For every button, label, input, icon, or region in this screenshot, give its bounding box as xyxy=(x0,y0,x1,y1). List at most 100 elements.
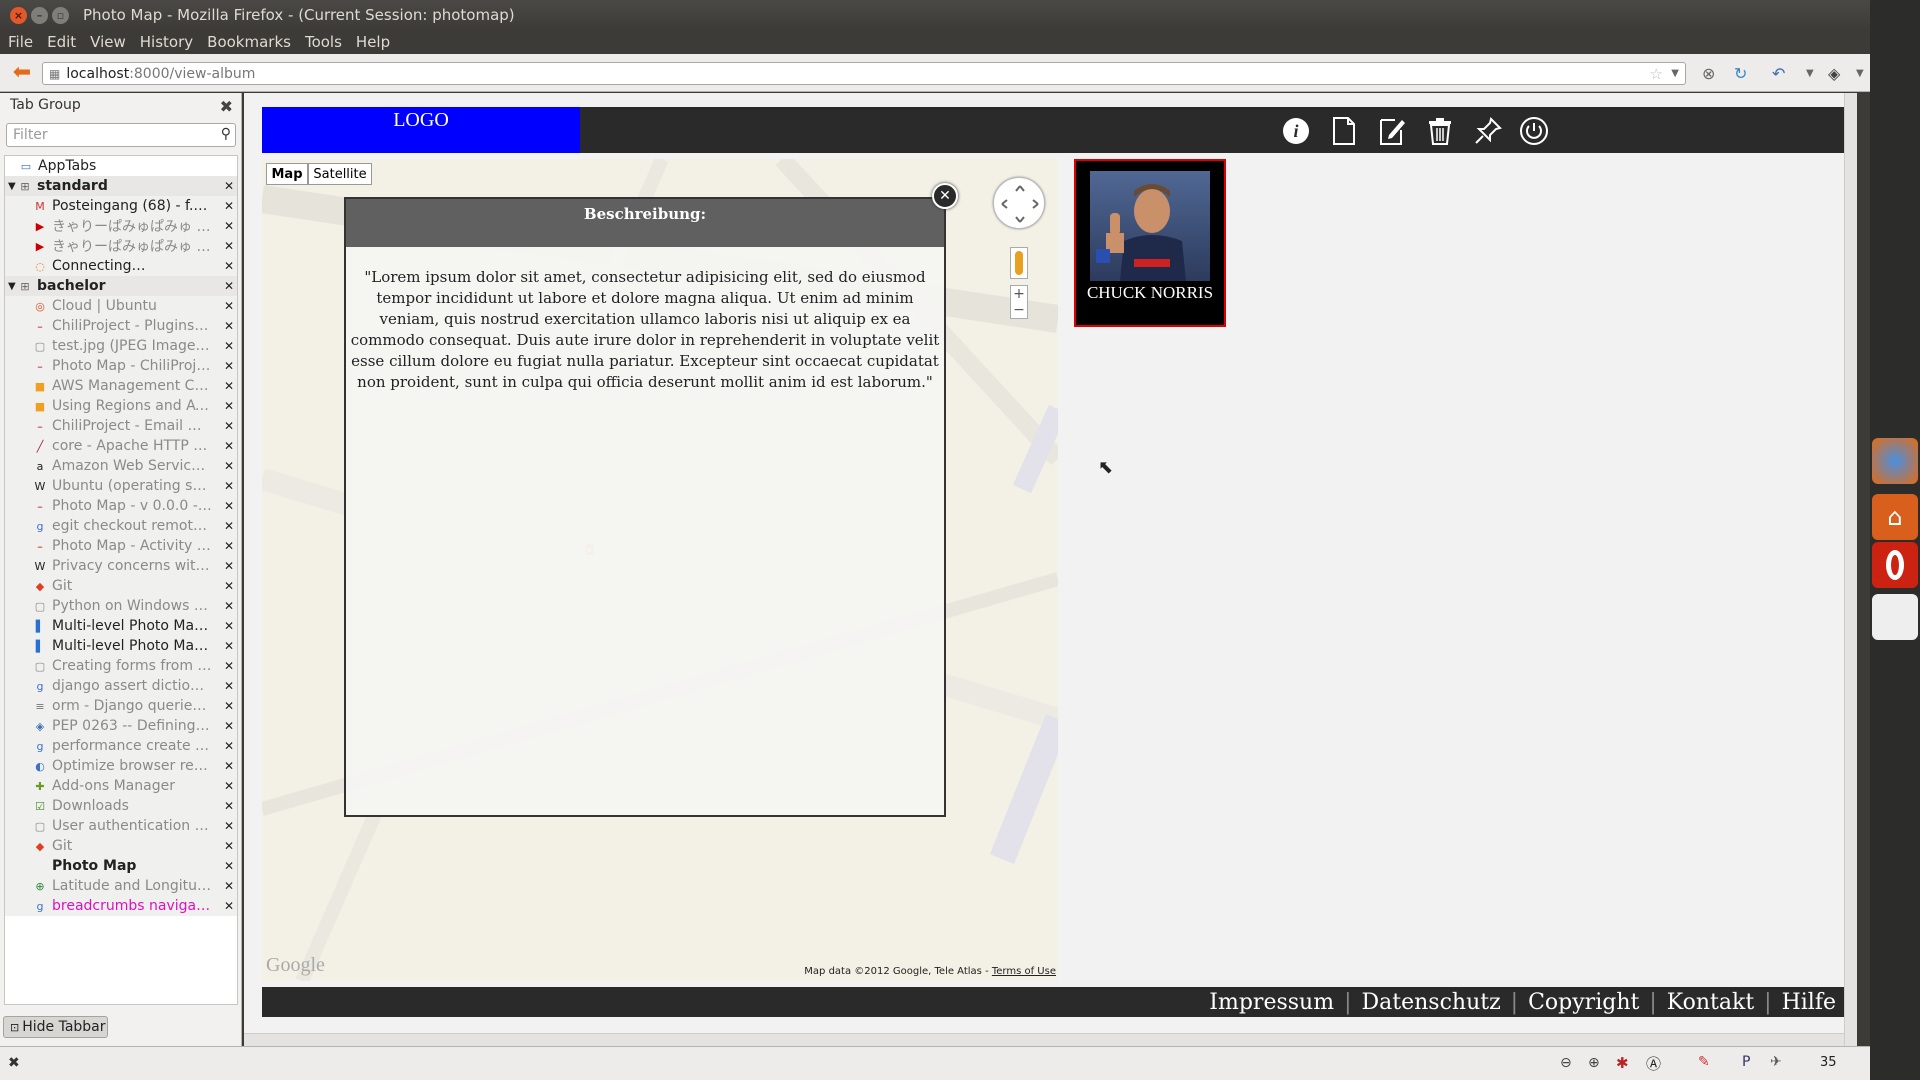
undo-close-icon[interactable]: ↶ xyxy=(1772,64,1785,83)
close-tab-icon[interactable]: ✕ xyxy=(224,339,234,353)
menu-help[interactable]: Help xyxy=(356,33,390,51)
pin-status-icon[interactable]: ✈ xyxy=(1770,1054,1782,1070)
map-type-satellite-button[interactable]: Satellite xyxy=(308,163,372,185)
close-tab-icon[interactable]: ✕ xyxy=(224,779,234,793)
zoom-control[interactable]: + − xyxy=(1010,285,1028,319)
tab-row[interactable]: ▢ Python on Windows F… ✕ xyxy=(5,596,237,616)
tab-row[interactable]: ◆ Git ✕ xyxy=(5,576,237,596)
close-tab-icon[interactable]: ✕ xyxy=(224,359,234,373)
close-tab-icon[interactable]: ✕ xyxy=(224,319,234,333)
close-tab-icon[interactable]: ✕ xyxy=(224,619,234,633)
close-tab-icon[interactable]: ✕ xyxy=(224,659,234,673)
back-arrow-icon[interactable]: ⬅ xyxy=(8,60,36,85)
dialog-close-button[interactable]: ✕ xyxy=(932,183,958,209)
menu-history[interactable]: History xyxy=(140,33,193,51)
footer-link-impressum[interactable]: Impressum xyxy=(1209,990,1334,1015)
tab-row[interactable]: ▶ きゃりーぱみゅぱみゅ - P… ✕ xyxy=(5,236,237,256)
close-tab-icon[interactable]: ✕ xyxy=(224,899,234,913)
close-tab-icon[interactable]: ✕ xyxy=(224,499,234,513)
undo-dropdown-icon[interactable]: ▼ xyxy=(1806,68,1814,79)
close-tab-icon[interactable]: ✕ xyxy=(224,559,234,573)
window-maximize-button[interactable]: ▫ xyxy=(52,6,69,24)
tab-row[interactable]: – Photo Map - v 0.0.0 - C… ✕ xyxy=(5,496,237,516)
footer-link-kontakt[interactable]: Kontakt xyxy=(1667,990,1754,1015)
footer-link-copyright[interactable]: Copyright xyxy=(1528,990,1639,1015)
close-tab-icon[interactable]: ✕ xyxy=(224,439,234,453)
tab-row[interactable]: W Privacy concerns with … ✕ xyxy=(5,556,237,576)
close-tab-icon[interactable]: ✕ xyxy=(224,799,234,813)
site-identity-icon[interactable]: ▦ xyxy=(49,67,60,81)
footer-link-hilfe[interactable]: Hilfe xyxy=(1782,990,1836,1015)
tab-group-standard[interactable]: ▼ ⊞ standard ✕ xyxy=(5,176,237,196)
tab-row[interactable]: ■ AWS Management Co… ✕ xyxy=(5,376,237,396)
page-vertical-scrollbar[interactable] xyxy=(1844,93,1857,1046)
tab-row[interactable]: ◐ Optimize browser ren… ✕ xyxy=(5,756,237,776)
tab-row[interactable]: – Photo Map - ChiliProject ✕ xyxy=(5,356,237,376)
document-icon[interactable] xyxy=(1872,594,1918,640)
tab-row[interactable]: ◈ PEP 0263 -- Defining P… ✕ xyxy=(5,716,237,736)
tag-icon[interactable]: ◈ xyxy=(1828,64,1840,83)
close-tab-icon[interactable]: ✕ xyxy=(224,759,234,773)
tag-dropdown-icon[interactable]: ▼ xyxy=(1856,68,1864,79)
tab-row[interactable]: ▶ きゃりーぱみゅぱみゅ - … ✕ xyxy=(5,216,237,236)
map-type-map-button[interactable]: Map xyxy=(266,163,308,185)
hide-tabbar-button[interactable]: ⊡ Hide Tabbar xyxy=(3,1016,108,1038)
tab-row[interactable]: ▌ Multi-level Photo Map… ✕ xyxy=(5,616,237,636)
tab-row[interactable]: g breadcrumbs navigati… ✕ xyxy=(5,896,237,916)
url-dropdown-icon[interactable]: ▼ xyxy=(1671,68,1679,79)
close-tab-icon[interactable]: ✕ xyxy=(224,259,234,273)
footer-link-datenschutz[interactable]: Datenschutz xyxy=(1362,990,1501,1015)
tab-row[interactable]: ╱ core - Apache HTTP Se… ✕ xyxy=(5,436,237,456)
expand-triangle-icon[interactable]: ▼ xyxy=(8,181,18,192)
tab-row[interactable]: a Amazon Web Services… ✕ xyxy=(5,456,237,476)
close-tab-icon[interactable]: ✕ xyxy=(224,739,234,753)
apptabs-row[interactable]: ▭ AppTabs xyxy=(5,156,237,176)
close-tab-icon[interactable]: ✕ xyxy=(224,839,234,853)
tab-row[interactable]: g performance create t… ✕ xyxy=(5,736,237,756)
tab-row[interactable]: ◎ Cloud | Ubuntu ✕ xyxy=(5,296,237,316)
tab-row[interactable]: ▢ test.jpg (JPEG Image, … ✕ xyxy=(5,336,237,356)
close-tab-icon[interactable]: ✕ xyxy=(224,399,234,413)
tab-row[interactable]: ▢ Creating forms from … ✕ xyxy=(5,656,237,676)
bookmark-star-icon[interactable]: ☆ xyxy=(1650,65,1663,83)
zoom-out-status-icon[interactable]: ⊖ xyxy=(1560,1055,1572,1071)
menu-tools[interactable]: Tools xyxy=(305,33,342,51)
sidebar-close-icon[interactable]: ✖ xyxy=(220,97,233,116)
power-icon[interactable] xyxy=(1516,114,1552,148)
tab-row[interactable]: – ChiliProject - Plugins - … ✕ xyxy=(5,316,237,336)
menu-bookmarks[interactable]: Bookmarks xyxy=(207,33,291,51)
firebug-icon[interactable]: ✱ xyxy=(1616,1054,1629,1072)
home-folder-icon[interactable]: ⌂ xyxy=(1872,494,1918,540)
opera-icon[interactable] xyxy=(1872,542,1918,588)
close-tab-icon[interactable]: ✕ xyxy=(224,519,234,533)
expand-triangle-icon[interactable]: ▼ xyxy=(8,281,18,292)
close-tab-icon[interactable]: ✕ xyxy=(224,279,234,293)
zoom-in-status-icon[interactable]: ⊕ xyxy=(1588,1055,1600,1071)
close-tab-icon[interactable]: ✕ xyxy=(224,539,234,553)
site-logo[interactable]: LOGO xyxy=(262,107,580,153)
close-tab-icon[interactable]: ✕ xyxy=(224,679,234,693)
noscript-icon[interactable]: ✎ xyxy=(1698,1054,1710,1070)
close-tab-icon[interactable]: ✕ xyxy=(224,199,234,213)
addon-bar-close-icon[interactable]: ✖ xyxy=(8,1055,20,1071)
tab-row[interactable]: ◆ Git ✕ xyxy=(5,836,237,856)
firefox-icon[interactable] xyxy=(1872,438,1918,484)
photo-thumbnail[interactable]: CHUCK NORRIS xyxy=(1074,159,1226,327)
reload-icon[interactable]: ↻ xyxy=(1734,64,1747,83)
pin-icon[interactable] xyxy=(1470,114,1506,148)
tab-row[interactable]: ☑ Downloads ✕ xyxy=(5,796,237,816)
tab-row[interactable]: Photo Map ✕ xyxy=(5,856,237,876)
trash-icon[interactable] xyxy=(1422,114,1458,148)
close-tab-icon[interactable]: ✕ xyxy=(224,719,234,733)
edit-icon[interactable] xyxy=(1374,114,1410,148)
info-icon[interactable]: i xyxy=(1278,114,1314,148)
tab-row[interactable]: ≡ orm - Django queries - … ✕ xyxy=(5,696,237,716)
tab-row[interactable]: – ChiliProject - Email De… ✕ xyxy=(5,416,237,436)
abp-icon[interactable]: Ⓐ xyxy=(1646,1053,1661,1074)
close-tab-icon[interactable]: ✕ xyxy=(224,579,234,593)
menu-edit[interactable]: Edit xyxy=(47,33,76,51)
menu-file[interactable]: File xyxy=(8,33,33,51)
tab-row[interactable]: M Posteingang (68) - f.v.… ✕ xyxy=(5,196,237,216)
tab-row[interactable]: ◌ Connecting… ✕ xyxy=(5,256,237,276)
window-close-button[interactable]: × xyxy=(10,6,27,24)
